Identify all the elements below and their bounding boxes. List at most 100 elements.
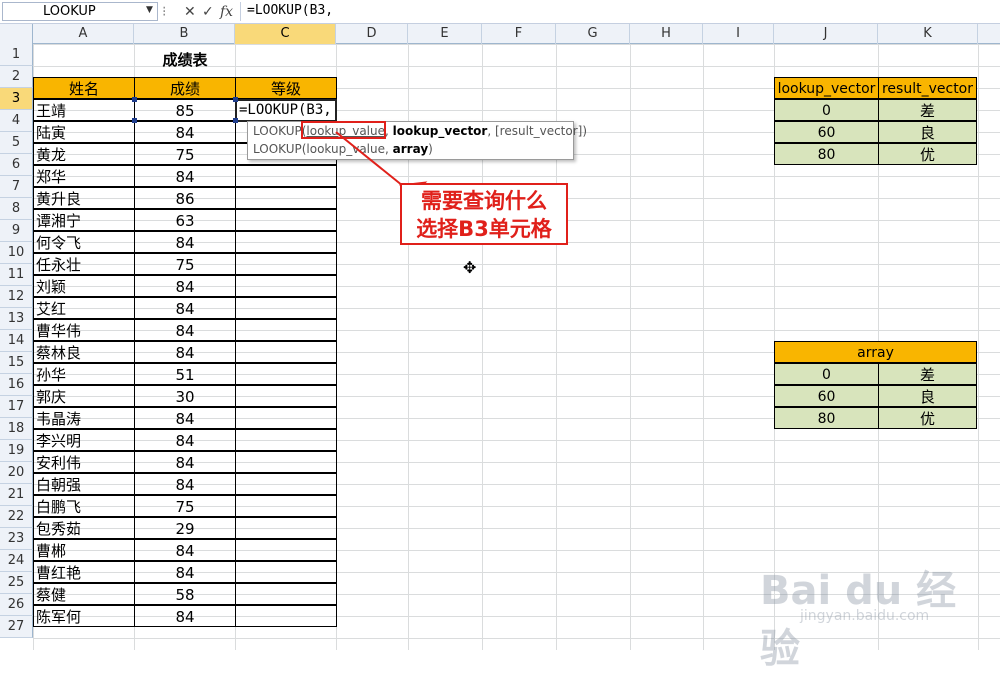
row-header[interactable]: 27 bbox=[0, 616, 33, 638]
header-score[interactable]: 成绩 bbox=[134, 77, 236, 99]
row-header[interactable]: 22 bbox=[0, 506, 33, 528]
cell-score[interactable]: 84 bbox=[134, 473, 236, 495]
formula-input[interactable]: =LOOKUP(B3, bbox=[240, 2, 998, 21]
cell-name[interactable]: 郭庆 bbox=[33, 385, 135, 407]
active-cell-editor[interactable]: =LOOKUP(B3, bbox=[235, 99, 337, 122]
cell-score[interactable]: 84 bbox=[134, 319, 236, 341]
cell-grade[interactable] bbox=[235, 253, 337, 275]
row-header[interactable]: 21 bbox=[0, 484, 33, 506]
cell-grade[interactable] bbox=[235, 429, 337, 451]
cell-grade-result[interactable]: 差 bbox=[878, 99, 977, 121]
row-header[interactable]: 15 bbox=[0, 352, 33, 374]
cell-grade-result[interactable]: 良 bbox=[878, 121, 977, 143]
cell-grade[interactable] bbox=[235, 583, 337, 605]
row-header[interactable]: 17 bbox=[0, 396, 33, 418]
cell-threshold[interactable]: 60 bbox=[774, 385, 879, 407]
cell-score[interactable]: 84 bbox=[134, 231, 236, 253]
name-box[interactable]: LOOKUP bbox=[2, 2, 158, 21]
column-header-j[interactable]: J bbox=[774, 24, 878, 44]
cell-name[interactable]: 曹郴 bbox=[33, 539, 135, 561]
cell-score[interactable]: 85 bbox=[134, 99, 236, 121]
header-name[interactable]: 姓名 bbox=[33, 77, 135, 99]
cell-score[interactable]: 30 bbox=[134, 385, 236, 407]
row-header[interactable]: 1 bbox=[0, 44, 33, 66]
select-all-corner[interactable] bbox=[0, 24, 33, 44]
header-lookup-vector[interactable]: lookup_vector bbox=[774, 77, 879, 99]
cell-name[interactable]: 白鹏飞 bbox=[33, 495, 135, 517]
cell-score[interactable]: 29 bbox=[134, 517, 236, 539]
cell-score[interactable]: 84 bbox=[134, 165, 236, 187]
sheet-title[interactable]: 成绩表 bbox=[134, 49, 236, 71]
column-header-a[interactable]: A bbox=[33, 24, 134, 44]
cell-name[interactable]: 韦晶涛 bbox=[33, 407, 135, 429]
cell-score[interactable]: 75 bbox=[134, 143, 236, 165]
row-header[interactable]: 10 bbox=[0, 242, 33, 264]
cell-name[interactable]: 艾红 bbox=[33, 297, 135, 319]
cancel-icon[interactable]: ✕ bbox=[184, 3, 196, 21]
column-header-h[interactable]: H bbox=[630, 24, 703, 44]
column-header-e[interactable]: E bbox=[408, 24, 482, 44]
cell-grade[interactable] bbox=[235, 473, 337, 495]
row-header[interactable]: 24 bbox=[0, 550, 33, 572]
row-header[interactable]: 18 bbox=[0, 418, 33, 440]
column-header-c[interactable]: C bbox=[235, 24, 336, 44]
cell-score[interactable]: 84 bbox=[134, 341, 236, 363]
row-header[interactable]: 4 bbox=[0, 110, 33, 132]
cell-grade-result[interactable]: 差 bbox=[878, 363, 977, 385]
cell-score[interactable]: 84 bbox=[134, 561, 236, 583]
cell-grade[interactable] bbox=[235, 165, 337, 187]
cell-grade[interactable] bbox=[235, 209, 337, 231]
cell-grade[interactable] bbox=[235, 231, 337, 253]
cell-score[interactable]: 84 bbox=[134, 275, 236, 297]
cell-grade-result[interactable]: 优 bbox=[878, 143, 977, 165]
cell-name[interactable]: 曹红艳 bbox=[33, 561, 135, 583]
row-header[interactable]: 20 bbox=[0, 462, 33, 484]
cell-threshold[interactable]: 60 bbox=[774, 121, 879, 143]
cell-name[interactable]: 李兴明 bbox=[33, 429, 135, 451]
row-header[interactable]: 13 bbox=[0, 308, 33, 330]
cell-threshold[interactable]: 80 bbox=[774, 143, 879, 165]
cell-score[interactable]: 84 bbox=[134, 297, 236, 319]
column-header-d[interactable]: D bbox=[336, 24, 408, 44]
cell-score[interactable]: 51 bbox=[134, 363, 236, 385]
cell-grade[interactable] bbox=[235, 561, 337, 583]
row-header[interactable]: 9 bbox=[0, 220, 33, 242]
cell-grade[interactable] bbox=[235, 407, 337, 429]
cell-threshold[interactable]: 0 bbox=[774, 99, 879, 121]
cell-name[interactable]: 王靖 bbox=[33, 99, 135, 121]
cell-threshold[interactable]: 80 bbox=[774, 407, 879, 429]
row-header[interactable]: 8 bbox=[0, 198, 33, 220]
column-header-f[interactable]: F bbox=[482, 24, 556, 44]
row-header[interactable]: 16 bbox=[0, 374, 33, 396]
cell-score[interactable]: 84 bbox=[134, 407, 236, 429]
cell-score[interactable]: 84 bbox=[134, 429, 236, 451]
cell-grade[interactable] bbox=[235, 385, 337, 407]
column-header-k[interactable]: K bbox=[878, 24, 978, 44]
row-header[interactable]: 6 bbox=[0, 154, 33, 176]
row-header[interactable]: 19 bbox=[0, 440, 33, 462]
reference-handle[interactable] bbox=[132, 118, 137, 123]
column-header-b[interactable]: B bbox=[134, 24, 235, 44]
insert-function-icon[interactable]: fx bbox=[220, 3, 233, 21]
tooltip-fn[interactable]: LOOKUP( bbox=[253, 124, 306, 138]
cell-score[interactable]: 84 bbox=[134, 605, 236, 627]
header-array[interactable]: array bbox=[774, 341, 977, 363]
cell-grade[interactable] bbox=[235, 451, 337, 473]
row-header[interactable]: 11 bbox=[0, 264, 33, 286]
cell-name[interactable]: 安利伟 bbox=[33, 451, 135, 473]
cell-grade[interactable] bbox=[235, 539, 337, 561]
cell-grade-result[interactable]: 良 bbox=[878, 385, 977, 407]
cell-score[interactable]: 75 bbox=[134, 495, 236, 517]
row-header[interactable]: 5 bbox=[0, 132, 33, 154]
cell-name[interactable]: 白朝强 bbox=[33, 473, 135, 495]
cell-name[interactable]: 黄龙 bbox=[33, 143, 135, 165]
cell-grade[interactable] bbox=[235, 275, 337, 297]
cell-name[interactable]: 任永壮 bbox=[33, 253, 135, 275]
cell-name[interactable]: 蔡林良 bbox=[33, 341, 135, 363]
reference-handle[interactable] bbox=[132, 97, 137, 102]
row-header[interactable]: 3 bbox=[0, 88, 33, 110]
cell-name[interactable]: 陆寅 bbox=[33, 121, 135, 143]
row-header[interactable]: 26 bbox=[0, 594, 33, 616]
header-result-vector[interactable]: result_vector bbox=[878, 77, 977, 99]
cell-name[interactable]: 包秀茹 bbox=[33, 517, 135, 539]
